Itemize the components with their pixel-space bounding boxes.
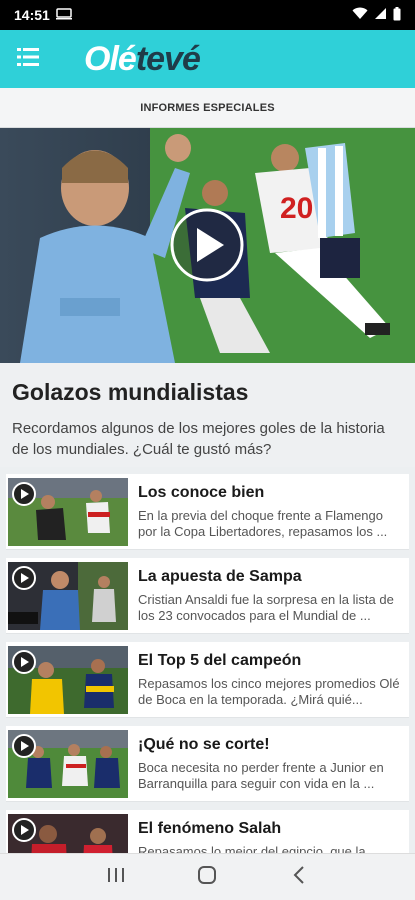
battery-icon	[393, 6, 401, 24]
video-card[interactable]: ¡Qué no se corte! Boca necesita no perde…	[6, 726, 409, 802]
video-thumbnail	[8, 646, 128, 714]
logo-ole: Olé	[84, 39, 137, 78]
hero-image: 20	[0, 128, 415, 363]
video-list: Los conoce bien En la previa del choque …	[0, 467, 415, 853]
svg-text:20: 20	[280, 192, 313, 225]
wifi-icon	[352, 7, 368, 23]
feature-block: Golazos mundialistas Recordamos algunos …	[0, 363, 415, 467]
status-bar: 14:51	[0, 0, 415, 30]
play-icon	[12, 818, 36, 842]
video-card[interactable]: La apuesta de Sampa Cristian Ansaldi fue…	[6, 558, 409, 634]
screen-cast-icon	[55, 7, 72, 23]
video-description: Repasamos los cinco mejores promedios Ol…	[138, 676, 400, 707]
logo-teve: tevé	[135, 39, 201, 78]
video-thumbnail	[8, 562, 128, 630]
status-time: 14:51	[14, 7, 50, 23]
app-logo[interactable]: Olétevé	[84, 39, 201, 79]
feature-description: Recordamos algunos de los mejores goles …	[12, 420, 385, 458]
section-label: INFORMES ESPECIALES	[140, 101, 275, 114]
signal-icon	[374, 7, 387, 23]
video-thumbnail	[8, 478, 128, 546]
video-title: Los conoce bien	[138, 484, 265, 501]
video-thumbnail	[8, 814, 128, 853]
recent-apps-button[interactable]	[96, 857, 136, 897]
hero-video[interactable]: 20	[0, 128, 415, 363]
video-card[interactable]: Los conoce bien En la previa del choque …	[6, 474, 409, 550]
section-header: INFORMES ESPECIALES	[0, 88, 415, 128]
recent-apps-icon	[107, 867, 125, 888]
back-button[interactable]	[279, 857, 319, 897]
menu-button[interactable]	[0, 30, 56, 88]
video-title: El fenómeno Salah	[138, 820, 282, 837]
play-icon	[12, 482, 36, 506]
play-icon	[12, 734, 36, 758]
system-nav-bar	[0, 853, 415, 900]
play-icon	[12, 650, 36, 674]
video-description: Repasamos lo mejor del egipcio, que la .…	[138, 844, 381, 853]
video-card[interactable]: El Top 5 del campeón Repasamos los cinco…	[6, 642, 409, 718]
video-description: Boca necesita no perder frente a Junior …	[138, 760, 384, 791]
video-thumbnail	[8, 730, 128, 798]
feature-title: Golazos mundialistas	[12, 379, 249, 405]
video-title: La apuesta de Sampa	[138, 568, 302, 585]
home-button[interactable]	[187, 857, 227, 897]
video-description: En la previa del choque frente a Flameng…	[138, 508, 388, 539]
home-icon	[197, 865, 217, 890]
play-icon	[12, 566, 36, 590]
hamburger-icon	[17, 47, 39, 72]
video-title: ¡Qué no se corte!	[138, 736, 270, 753]
back-icon	[293, 865, 305, 889]
app-header: Olétevé	[0, 30, 415, 88]
video-title: El Top 5 del campeón	[138, 652, 302, 669]
video-card[interactable]: El fenómeno Salah Repasamos lo mejor del…	[6, 810, 409, 853]
video-description: Cristian Ansaldi fue la sorpresa en la l…	[138, 592, 394, 623]
